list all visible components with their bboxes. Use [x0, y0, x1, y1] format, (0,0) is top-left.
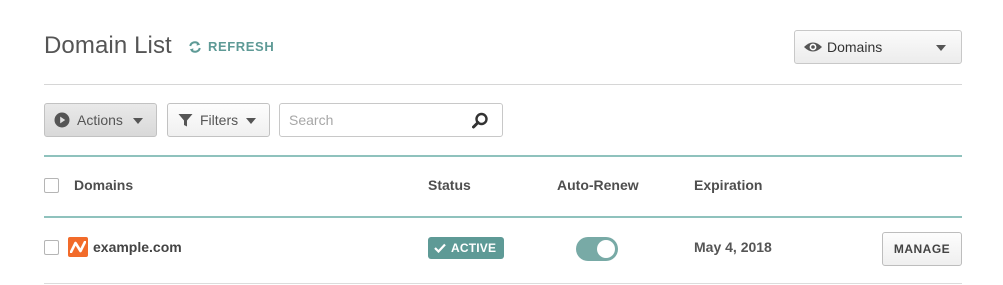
- auto-renew-toggle[interactable]: [576, 237, 618, 261]
- select-all-checkbox[interactable]: [44, 178, 59, 193]
- actions-label: Actions: [77, 112, 123, 128]
- toggle-knob: [597, 240, 615, 258]
- chevron-down-icon: [133, 118, 143, 124]
- expiration-date: May 4, 2018: [694, 239, 772, 255]
- filters-label: Filters: [200, 112, 239, 128]
- page-title: Domain List: [44, 32, 172, 59]
- header-divider: [44, 84, 962, 85]
- column-header-auto-renew[interactable]: Auto-Renew: [557, 177, 639, 193]
- status-badge: ACTIVE: [428, 237, 505, 259]
- refresh-button[interactable]: REFRESH: [188, 39, 274, 54]
- filters-button[interactable]: Filters: [167, 103, 270, 137]
- refresh-icon: [188, 40, 202, 53]
- eye-icon: [803, 40, 823, 54]
- manage-button[interactable]: MANAGE: [882, 232, 962, 266]
- filter-icon: [178, 113, 193, 128]
- table-top-divider: [44, 155, 962, 157]
- search-input[interactable]: [280, 104, 460, 136]
- domain-favicon-icon: [68, 237, 88, 257]
- row-checkbox[interactable]: [44, 240, 59, 255]
- refresh-label: REFRESH: [208, 39, 275, 54]
- table-bottom-divider: [44, 283, 962, 284]
- column-header-domains[interactable]: Domains: [74, 177, 133, 193]
- play-circle-icon: [54, 112, 70, 128]
- checkmark-icon: [434, 243, 446, 253]
- table-header-divider: [44, 216, 962, 218]
- status-label: ACTIVE: [451, 241, 497, 255]
- chevron-down-icon: [246, 118, 256, 124]
- view-select-dropdown[interactable]: Domains: [794, 30, 962, 64]
- column-header-status[interactable]: Status: [428, 177, 471, 193]
- column-header-expiration[interactable]: Expiration: [694, 177, 762, 193]
- chevron-down-icon: [936, 45, 946, 51]
- search-box: [279, 103, 503, 137]
- actions-button[interactable]: Actions: [44, 103, 157, 137]
- view-select-value: Domains: [827, 39, 883, 55]
- domain-name[interactable]: example.com: [93, 239, 182, 255]
- search-icon[interactable]: [472, 112, 489, 129]
